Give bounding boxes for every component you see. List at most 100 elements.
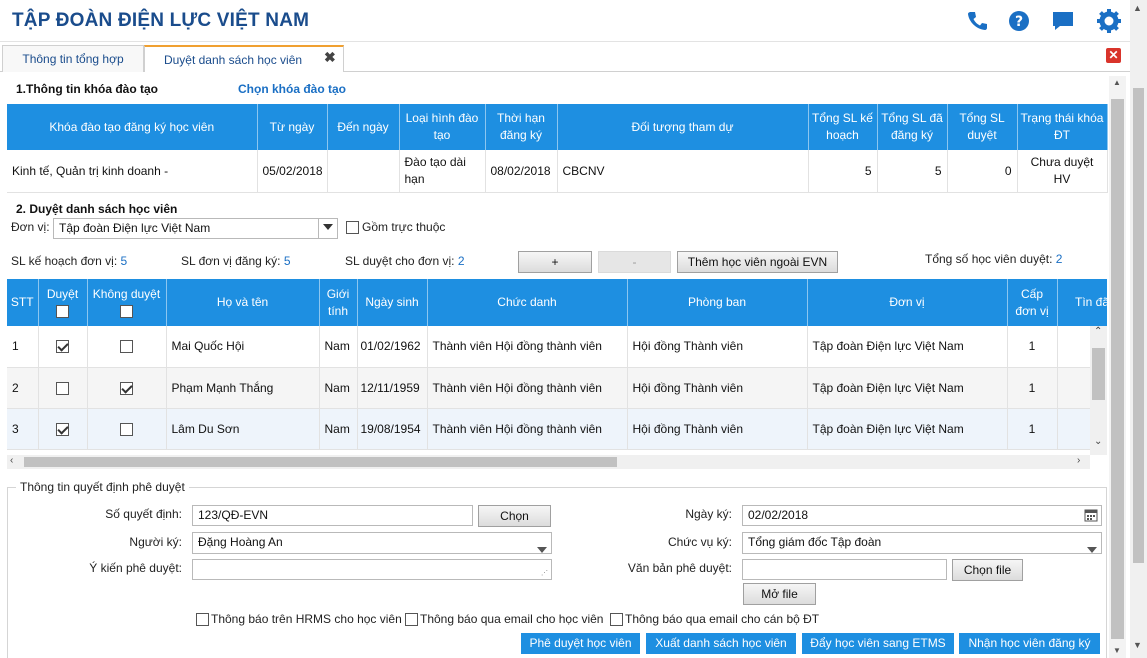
- reject-all-checkbox[interactable]: [120, 304, 133, 318]
- chevron-down-icon[interactable]: [318, 219, 337, 238]
- choose-file-button[interactable]: Chọn file: [952, 559, 1023, 581]
- to-date-cell: [327, 150, 400, 193]
- notify-email-student-checkbox[interactable]: [405, 612, 418, 627]
- sl-approve-label: SL duyệt cho đơn vị:: [345, 254, 455, 268]
- total-plan-cell: 5: [808, 150, 878, 193]
- tab-close-icon[interactable]: ✖: [324, 49, 336, 66]
- col-reject: Không duyệt: [87, 279, 167, 326]
- choose-course-link[interactable]: Chọn khóa đào tạo: [238, 82, 346, 96]
- col-more: Tìn đã: [1057, 279, 1107, 326]
- reject-cell: [87, 408, 167, 450]
- receive-students-button[interactable]: Nhận học viên đăng ký: [959, 633, 1100, 654]
- close-window-icon[interactable]: ✕: [1106, 48, 1121, 63]
- approve-checkbox[interactable]: [56, 381, 69, 395]
- student-table-body: 1 Mai Quốc Hội Nam 01/02/1962 Thành viên Hội…: [7, 326, 1107, 450]
- include-sub-checkbox[interactable]: [346, 220, 359, 235]
- export-students-button[interactable]: Xuất danh sách học viên: [646, 633, 796, 654]
- unit-select-value: Tập đoàn Điện lực Việt Nam: [59, 221, 211, 235]
- stt-cell: 3: [7, 408, 39, 450]
- unit-cell: Tập đoàn Điện lực Việt Nam: [807, 326, 1008, 368]
- chat-icon[interactable]: [1050, 8, 1076, 34]
- table-hscroll[interactable]: ‹ ›: [7, 455, 1090, 469]
- scroll-down-icon[interactable]: ▼: [1133, 640, 1142, 650]
- signer-select[interactable]: Đặng Hoàng An: [192, 532, 552, 554]
- table-row[interactable]: 2 Phạm Mạnh Thắng Nam 12/11/1959 Thành viên …: [7, 367, 1107, 409]
- phone-icon[interactable]: [964, 8, 990, 34]
- position-label: Chức vụ ký:: [667, 535, 732, 549]
- fullname-cell: Lâm Du Sơn: [166, 408, 320, 450]
- content-scroll-thumb[interactable]: [1111, 99, 1124, 639]
- col-to-date: Đến ngày: [327, 104, 400, 150]
- notify-email-staff-checkbox[interactable]: [610, 612, 623, 627]
- opinion-textarea[interactable]: [192, 559, 552, 580]
- page-scroll-thumb[interactable]: [1133, 88, 1144, 563]
- approve-checkbox[interactable]: [56, 340, 69, 354]
- course-table: Khóa đào tạo đăng ký học viên Từ ngày Đế…: [7, 104, 1108, 193]
- tab-bar: Thông tin tổng hợp Duyệt danh sách học v…: [0, 42, 1130, 72]
- tab-approve-students[interactable]: Duyệt danh sách học viên: [144, 45, 344, 72]
- notify-email-student-label: Thông báo qua email cho học viên: [420, 612, 604, 626]
- table-scroll-up-icon[interactable]: ⌃: [1094, 326, 1102, 337]
- approve-students-button[interactable]: Phê duyệt học viên: [521, 633, 640, 654]
- page-scrollbar[interactable]: ▲ ▼: [1130, 0, 1147, 658]
- reject-checkbox[interactable]: [120, 422, 133, 436]
- approve-cell: [38, 326, 88, 368]
- gear-icon[interactable]: [1096, 8, 1122, 34]
- col-total-plan: Tổng SL kế hoạch: [808, 104, 878, 150]
- unit-level-cell: 1: [1007, 408, 1058, 450]
- col-approve: Duyệt: [38, 279, 88, 326]
- col-unit: Đơn vị: [807, 279, 1008, 326]
- scroll-left-icon[interactable]: ‹: [10, 455, 13, 466]
- decision-no-input[interactable]: 123/QĐ-EVN: [192, 505, 473, 526]
- course-status-cell: Chưa duyệt HV: [1017, 150, 1108, 193]
- calendar-icon[interactable]: [1084, 508, 1098, 522]
- content-scroll-up-icon[interactable]: ▲: [1113, 78, 1121, 87]
- col-department: Phòng ban: [627, 279, 808, 326]
- position-chevron-down-icon[interactable]: [1087, 540, 1097, 559]
- resize-handle-icon[interactable]: ⋰: [541, 569, 548, 577]
- table-hscroll-thumb[interactable]: [24, 457, 617, 467]
- course-name-cell: Kinh tế, Quản trị kinh doanh -: [7, 150, 258, 193]
- tab-overview[interactable]: Thông tin tổng hợp: [2, 45, 144, 72]
- opinion-label: Ý kiến phê duyệt:: [89, 561, 182, 575]
- scroll-up-icon[interactable]: ▲: [1133, 3, 1142, 13]
- notify-hrms-label: Thông báo trên HRMS cho học viên: [211, 612, 402, 626]
- scroll-right-icon[interactable]: ›: [1077, 455, 1080, 466]
- approve-checkbox[interactable]: [56, 422, 69, 436]
- choose-decision-button[interactable]: Chọn: [478, 505, 551, 527]
- col-total-registered: Tổng SL đã đăng ký: [877, 104, 948, 150]
- table-scroll-down-icon[interactable]: ⌄: [1094, 436, 1102, 447]
- section-students-title: 2. Duyệt danh sách học viên: [16, 202, 178, 216]
- content-scroll-down-icon[interactable]: ▼: [1113, 646, 1121, 655]
- plus-button[interactable]: +: [518, 251, 592, 273]
- open-file-button[interactable]: Mở file: [743, 583, 816, 605]
- unit-cell: Tập đoàn Điện lực Việt Nam: [807, 408, 1008, 450]
- help-icon[interactable]: ?: [1006, 8, 1032, 34]
- sign-date-input[interactable]: 02/02/2018: [742, 505, 1102, 526]
- unit-select[interactable]: Tập đoàn Điện lực Việt Nam: [53, 218, 338, 239]
- table-row[interactable]: 3 Lâm Du Sơn Nam 19/08/1954 Thành viên Hội đ…: [7, 408, 1107, 450]
- table-row[interactable]: 1 Mai Quốc Hội Nam 01/02/1962 Thành viên Hội…: [7, 326, 1107, 368]
- app-title: TẬP ĐOÀN ĐIỆN LỰC VIỆT NAM: [12, 10, 310, 31]
- reject-checkbox[interactable]: [120, 340, 133, 354]
- notify-hrms-checkbox[interactable]: [196, 612, 209, 627]
- content-scrollbar[interactable]: ▲ ▼: [1109, 76, 1126, 658]
- gender-cell: Nam: [319, 367, 358, 409]
- reject-checkbox[interactable]: [120, 381, 133, 395]
- sl-plan: SL kế hoạch đơn vị: 5: [11, 254, 127, 268]
- add-outside-student-button[interactable]: Thêm học viên ngoài EVN: [677, 251, 838, 273]
- sl-approve-value: 2: [457, 254, 465, 268]
- unit-level-cell: 1: [1007, 326, 1058, 368]
- table-vscroll[interactable]: ⌃ ⌄: [1090, 326, 1107, 455]
- document-input[interactable]: [742, 559, 947, 580]
- col-type: Loại hình đào tạo: [399, 104, 486, 150]
- unit-cell: Tập đoàn Điện lực Việt Nam: [807, 367, 1008, 409]
- push-etms-button[interactable]: Đẩy học viên sang ETMS: [802, 633, 954, 654]
- position-select[interactable]: Tổng giám đốc Tập đoàn: [742, 532, 1102, 554]
- course-row[interactable]: Kinh tế, Quản trị kinh doanh - 05/02/201…: [7, 150, 1108, 193]
- approve-all-checkbox[interactable]: [56, 304, 69, 318]
- svg-text:?: ?: [1015, 14, 1023, 30]
- minus-button[interactable]: -: [598, 251, 671, 273]
- signer-chevron-down-icon[interactable]: [537, 540, 547, 559]
- table-vscroll-thumb[interactable]: [1092, 348, 1105, 400]
